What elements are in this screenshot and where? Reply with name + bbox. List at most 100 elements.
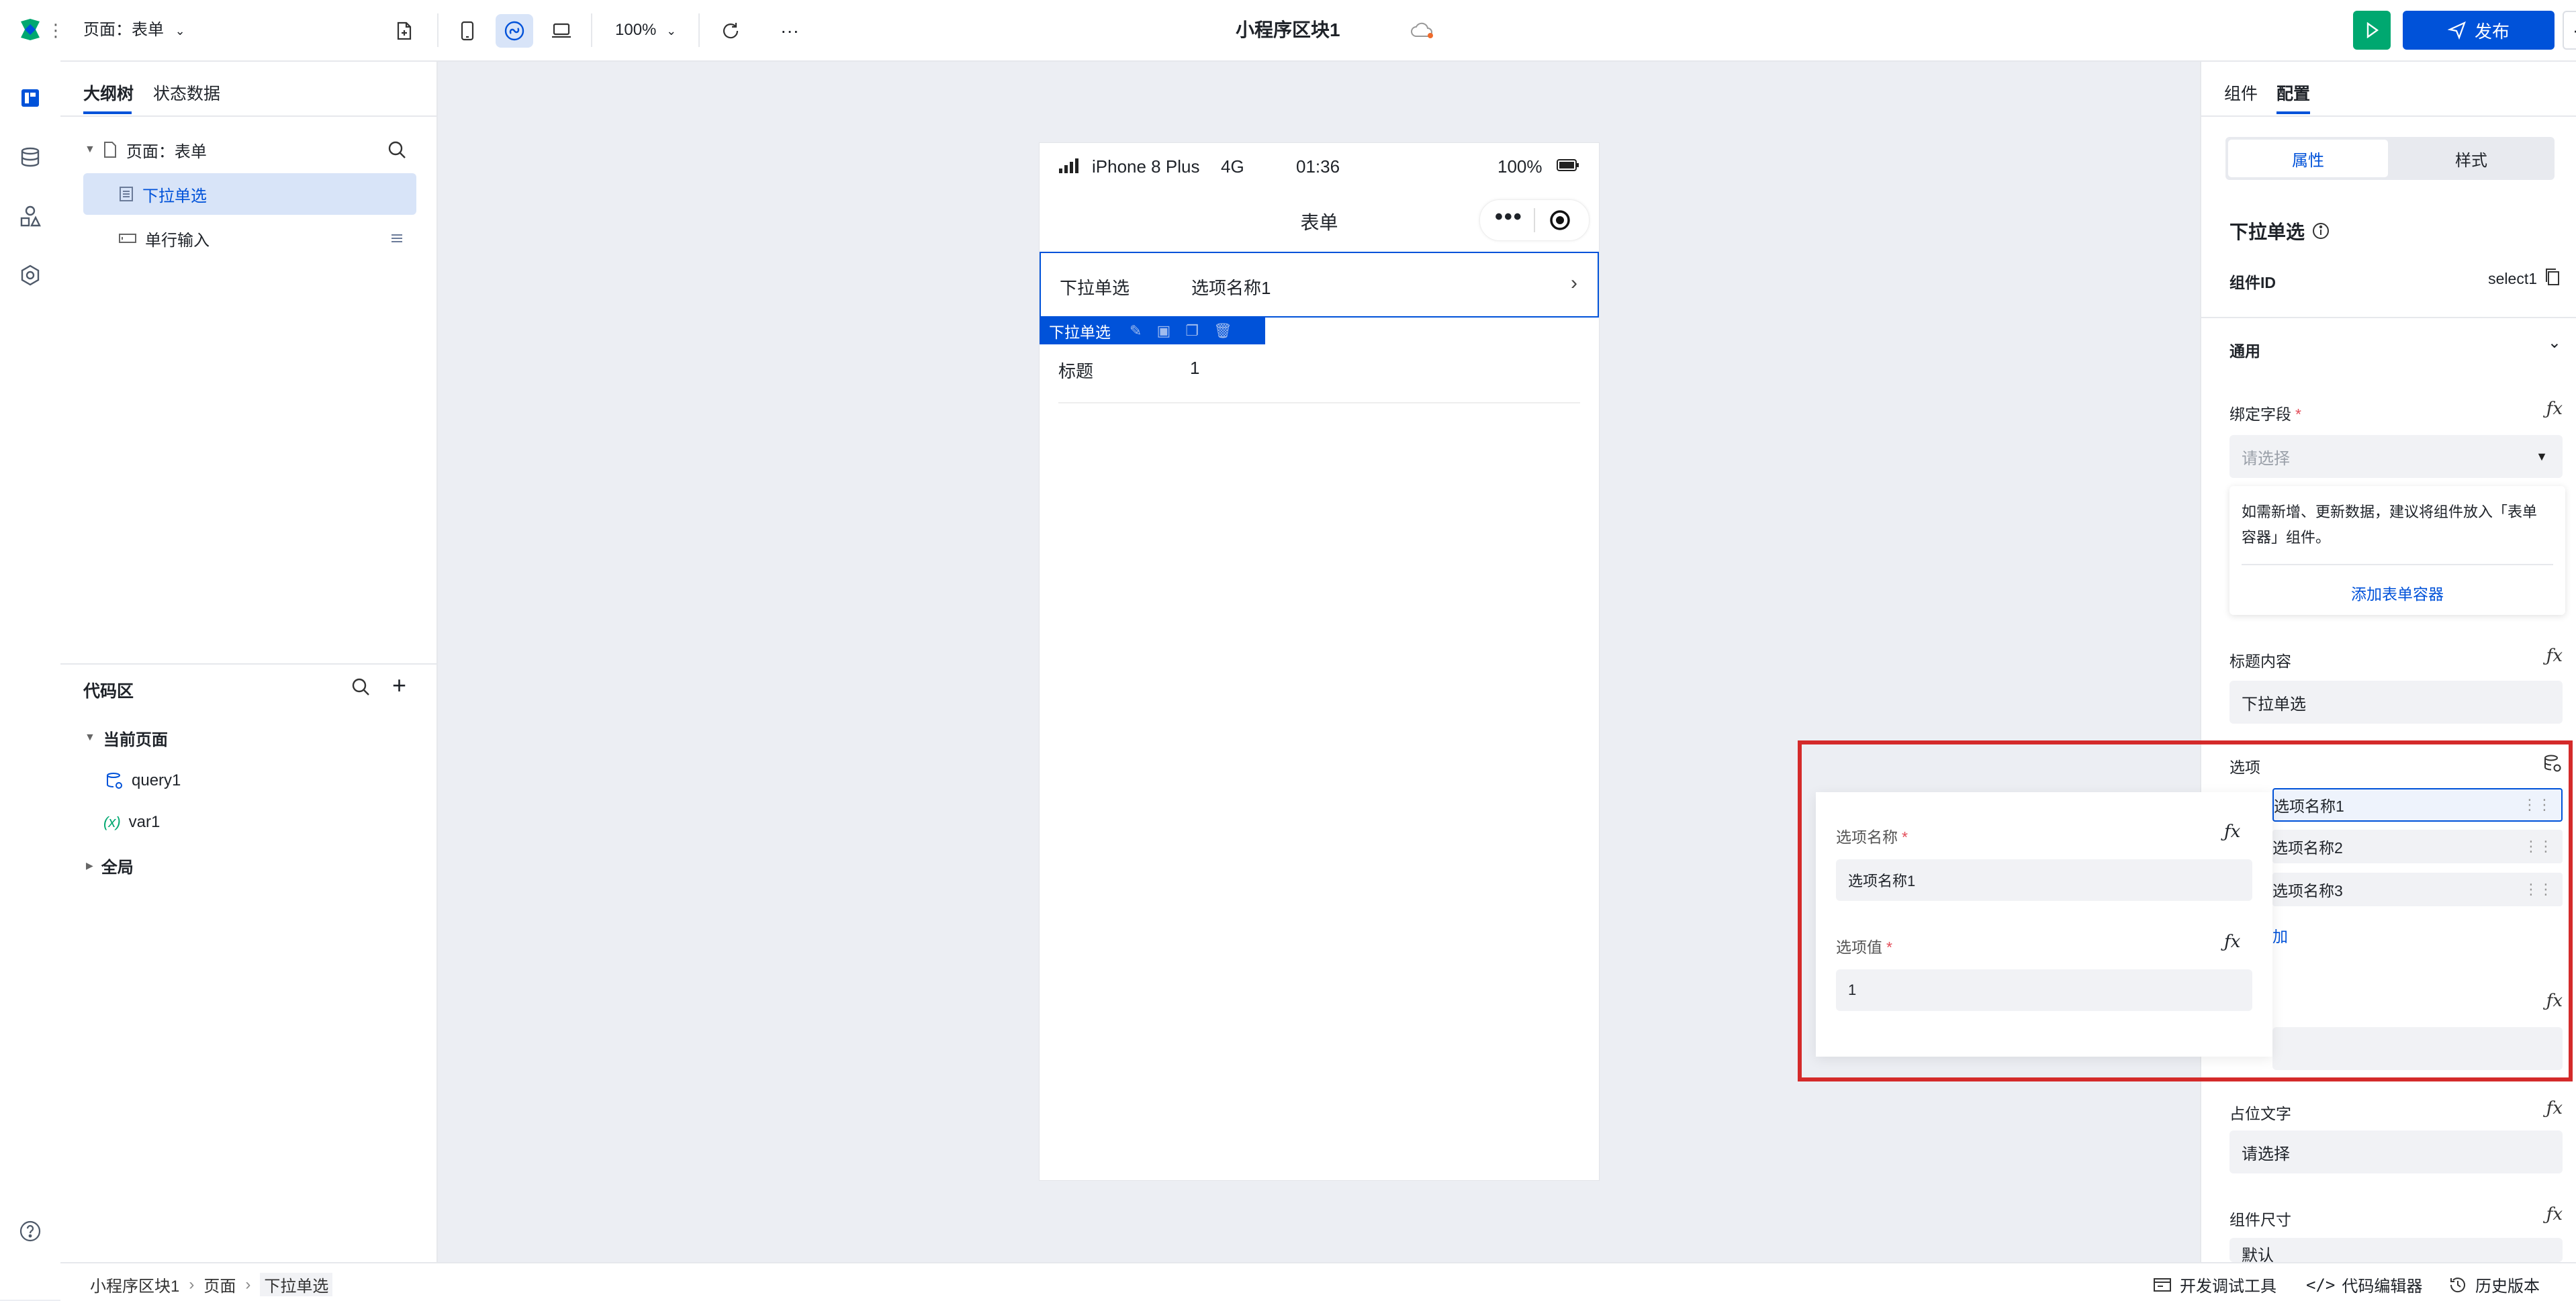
search-icon[interactable] (387, 140, 407, 160)
option-item[interactable]: 选项名称1 ⋮⋮ (2272, 788, 2563, 822)
tab-outline-tree[interactable]: 大纲树 (83, 81, 134, 105)
page-selector-label: 页面：表单 (83, 21, 164, 39)
option-value-input[interactable]: 1 (1836, 969, 2252, 1011)
placeholder-text-label: 占位文字 (2229, 1105, 2291, 1122)
zoom-selector[interactable]: 100% ⌄ (615, 0, 676, 61)
caret-down-icon: ▼ (2536, 449, 2548, 463)
status-bar: 小程序区块1 › 页面 › 下拉单选 开发调试工具 </> 代码编辑器 历史版本 (60, 1262, 2576, 1301)
add-option-button[interactable]: 加 (2272, 924, 2288, 947)
cloud-sync-icon[interactable] (1410, 20, 1434, 40)
breadcrumb-item[interactable]: 小程序区块1 (90, 1273, 179, 1296)
dev-tools-label: 开发调试工具 (2180, 1278, 2276, 1296)
more-horizontal-icon[interactable]: ··· (771, 14, 809, 48)
components-icon[interactable] (14, 200, 46, 232)
tree-current-page[interactable]: ▼ 当前页面 (83, 717, 416, 759)
add-page-icon[interactable] (385, 14, 423, 48)
fx-icon[interactable]: ƒx (2546, 991, 2563, 1011)
miniprogram-view-icon[interactable] (496, 14, 533, 48)
add-icon[interactable]: + (392, 671, 406, 700)
fx-icon[interactable]: ƒx (2546, 1098, 2563, 1118)
dev-tools-button[interactable]: 开发调试工具 (2153, 1273, 2276, 1296)
breadcrumb: 小程序区块1 › 页面 › 下拉单选 (90, 1273, 333, 1296)
app-logo-icon[interactable] (14, 13, 46, 46)
outline-panel-icon[interactable] (14, 82, 46, 114)
breadcrumb-item[interactable]: 页面 (203, 1273, 236, 1296)
fx-icon[interactable]: ƒx (2546, 646, 2563, 666)
clock: 01:36 (1296, 156, 1340, 177)
copy-icon[interactable]: ❐ (1185, 322, 1199, 340)
delete-icon[interactable]: 🗑 (1213, 322, 1232, 340)
refresh-icon[interactable] (712, 14, 749, 48)
breadcrumb-item[interactable]: 下拉单选 (260, 1273, 333, 1296)
desktop-view-icon[interactable] (543, 14, 580, 48)
close-target-icon[interactable] (1549, 209, 1571, 232)
placeholder-text-value: 请选择 (2242, 1145, 2290, 1163)
code-editor-label: 代码编辑器 (2342, 1278, 2423, 1296)
component-id-label: 组件ID (2229, 274, 2276, 291)
option-item[interactable]: 选项名称3 ⋮⋮ (2272, 873, 2563, 906)
app-title: 小程序区块1 (1236, 19, 1340, 40)
help-icon[interactable] (14, 1215, 46, 1247)
fx-icon[interactable]: ƒx (2224, 822, 2240, 842)
option-item[interactable]: 选项名称2 ⋮⋮ (2272, 830, 2563, 863)
select-row-value: 选项名称1 (1191, 278, 1271, 298)
drag-handle-icon[interactable]: ⋮⋮ (2522, 796, 2552, 814)
publish-button[interactable]: 发布 (2403, 11, 2555, 50)
tree-global[interactable]: ▶ 全局 (83, 845, 416, 886)
settings-hexagon-icon[interactable] (14, 259, 46, 291)
tab-config[interactable]: 配置 (2276, 81, 2310, 105)
tree-item-dropdown-select[interactable]: 下拉单选 (83, 173, 416, 215)
more-dots-icon[interactable]: ••• (1495, 204, 1523, 230)
page-selector[interactable]: 页面：表单 ⌄ (83, 0, 185, 61)
capsule-menu[interactable]: ••• (1479, 199, 1590, 241)
phone-preview: iPhone 8 Plus 4G 01:36 100% 表单 ••• 下拉单选 … (1040, 143, 1599, 1180)
drag-handle-icon[interactable]: ⋮⋮ (2524, 838, 2553, 855)
segment-properties[interactable]: 属性 (2228, 140, 2388, 177)
mobile-view-icon[interactable] (449, 14, 486, 48)
fx-icon[interactable]: ƒx (2546, 1204, 2563, 1224)
code-editor-button[interactable]: </> 代码编辑器 (2306, 1273, 2422, 1296)
save-icon[interactable]: ▣ (1156, 322, 1170, 340)
drag-handle-icon[interactable]: ⋮⋮ (2524, 881, 2553, 898)
data-source-icon[interactable] (2542, 753, 2563, 773)
segment-control: 属性 样式 (2225, 137, 2555, 180)
left-panel: 大纲树 状态数据 ▼ 页面：表单 下拉单选 单行输入 代码区 + ▼ 当前页面 … (60, 62, 438, 1262)
icon-rail: ⋮ (0, 0, 64, 1300)
option-name-input[interactable]: 选项名称1 (1836, 859, 2252, 901)
code-item-var1[interactable]: (x) var1 (83, 802, 416, 843)
tree-item-single-input[interactable]: 单行输入 (83, 218, 416, 259)
placeholder-text-input[interactable]: 请选择 (2229, 1130, 2563, 1173)
required-mark: * (2295, 405, 2301, 423)
default-value-input[interactable] (2272, 1027, 2563, 1070)
add-form-container-link[interactable]: 添加表单容器 (2229, 581, 2565, 604)
segment-style[interactable]: 样式 (2391, 140, 2552, 177)
edit-icon[interactable]: ✎ (1130, 322, 1142, 340)
code-item-query1[interactable]: query1 (83, 760, 416, 802)
more-options-button[interactable]: ··· (2563, 11, 2576, 50)
option-value-label: 选项值 * (1836, 934, 1892, 957)
option-item-label: 选项名称3 (2272, 882, 2343, 900)
code-area-title: 代码区 (83, 682, 134, 701)
section-general[interactable]: 通用 (2229, 338, 2260, 361)
chevron-down-icon[interactable]: ⌄ (2548, 333, 2561, 352)
tab-components[interactable]: 组件 (2224, 81, 2258, 105)
option-name-value: 选项名称1 (1848, 873, 1916, 889)
info-icon[interactable] (2311, 222, 2330, 240)
caret-down-icon: ▼ (85, 144, 95, 155)
fx-icon[interactable]: ƒx (2224, 932, 2240, 952)
layers-icon[interactable] (389, 231, 404, 246)
tree-page-node[interactable]: ▼ 页面：表单 (83, 129, 416, 171)
database-icon[interactable] (14, 141, 46, 173)
code-item-label: var1 (128, 813, 160, 831)
component-size-select[interactable]: 默认 (2229, 1238, 2563, 1262)
title-content-input[interactable]: 下拉单选 (2229, 681, 2563, 724)
bind-field-select[interactable]: 请选择 ▼ (2229, 435, 2563, 478)
preview-button[interactable] (2353, 11, 2391, 50)
copy-icon[interactable] (2544, 267, 2561, 287)
select-row[interactable]: 下拉单选 选项名称1 › (1040, 252, 1599, 318)
search-icon[interactable] (349, 675, 372, 698)
fx-icon[interactable]: ƒx (2546, 399, 2563, 419)
tab-state-data[interactable]: 状态数据 (153, 81, 220, 105)
history-label: 历史版本 (2475, 1278, 2540, 1296)
history-button[interactable]: 历史版本 (2448, 1273, 2540, 1296)
